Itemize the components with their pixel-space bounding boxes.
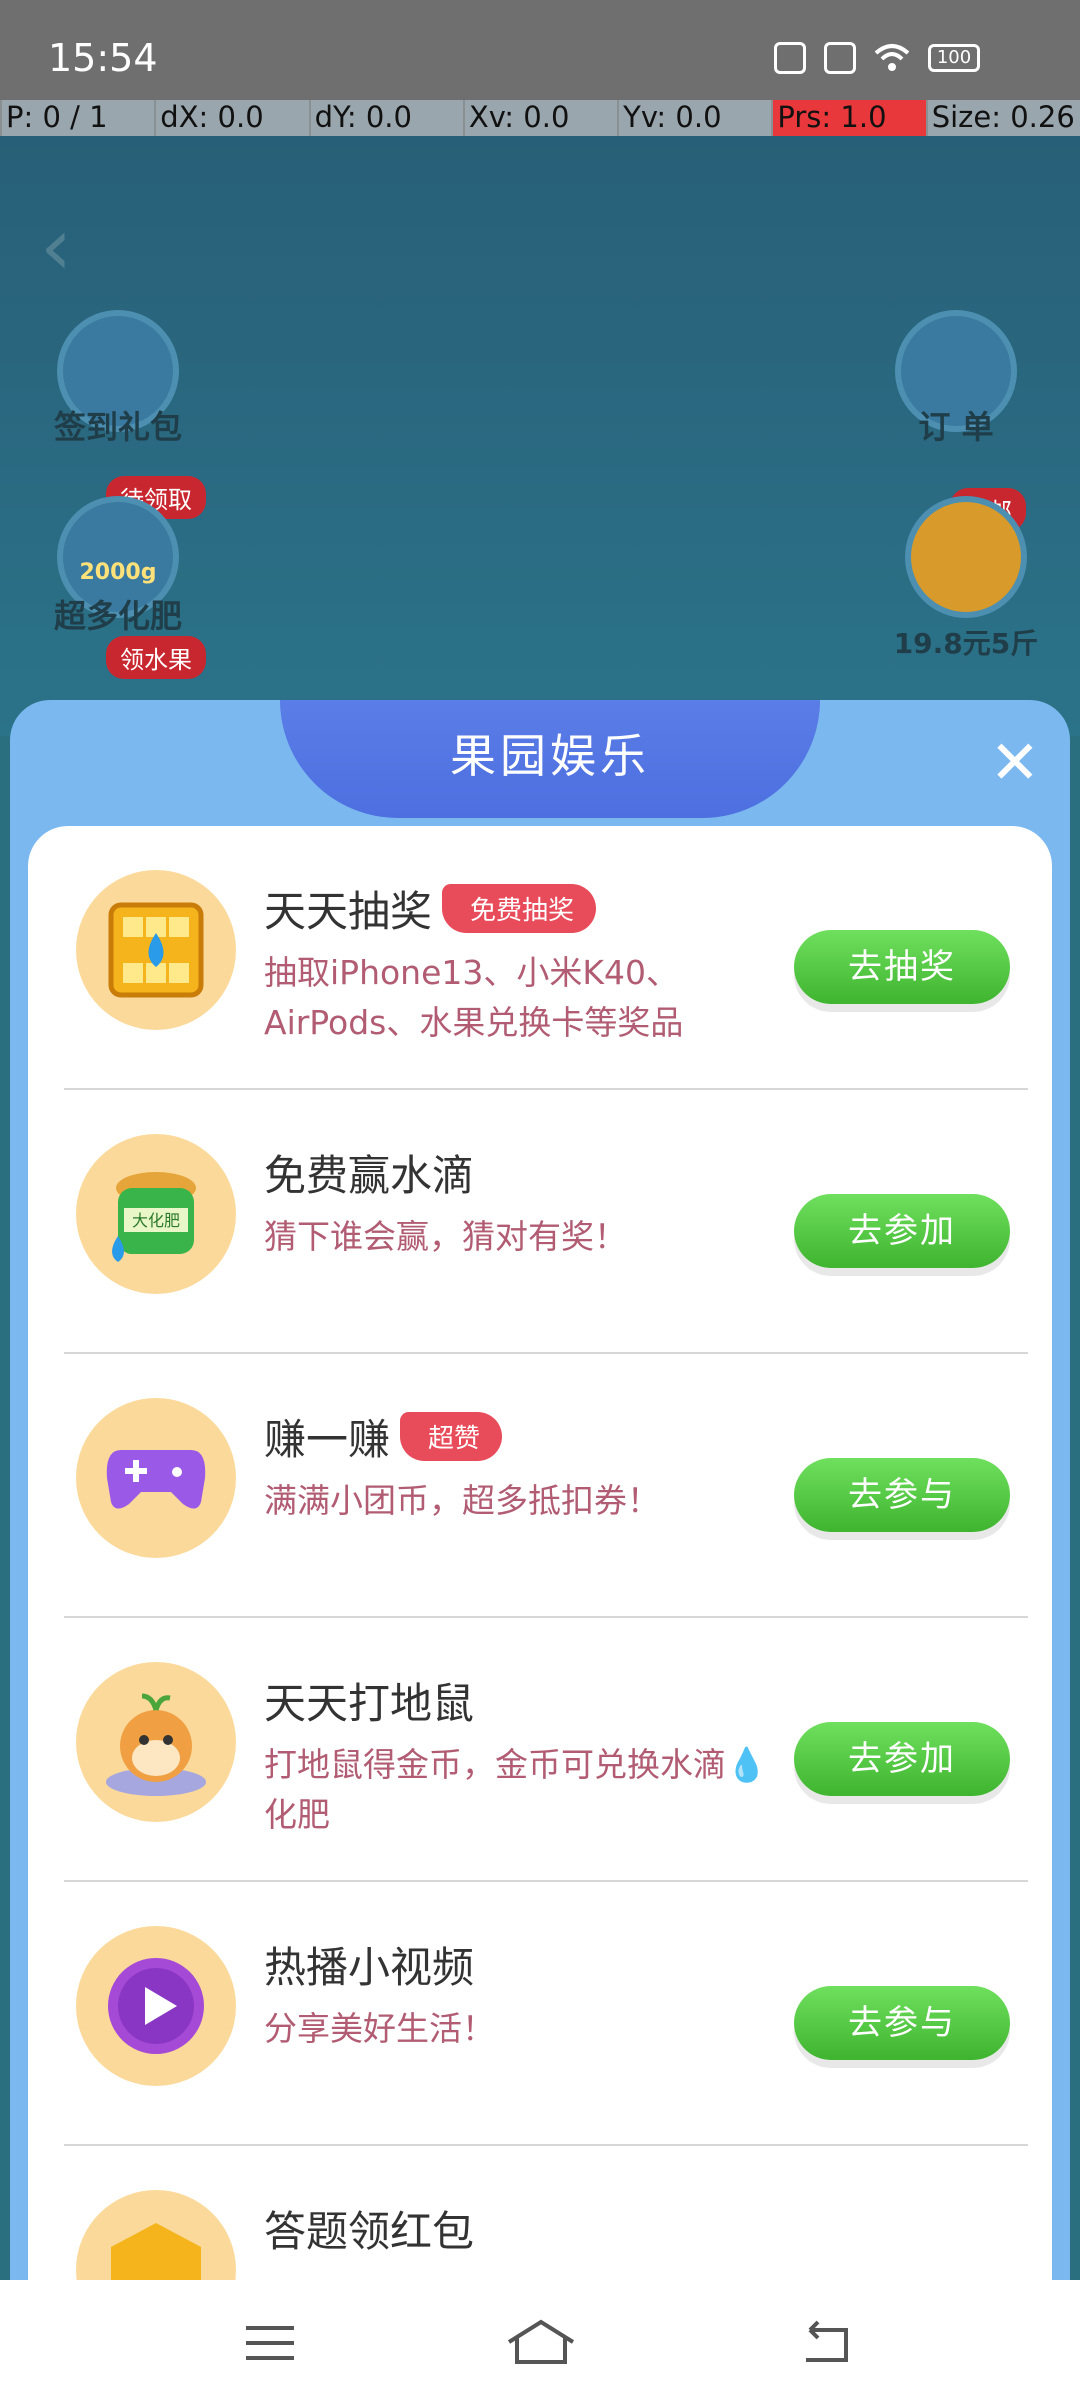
item-desc: 打地鼠得金币，金币可兑换水滴💧化肥 [264, 1745, 768, 1834]
item-title: 赚一赚 [264, 1415, 391, 1464]
debug-pressure: Prs: 1.0 [771, 100, 926, 136]
item-badge: 免费抽奖 [442, 884, 597, 933]
orders-button[interactable]: 订 单 [886, 310, 1026, 448]
lottery-button[interactable]: 去抽奖 [794, 930, 1010, 1004]
debug-overlay: P: 0 / 1 dX: 0.0 dY: 0.0 Xv: 0.0 Yv: 0.0… [0, 100, 1080, 136]
video-button[interactable]: 去参与 [794, 1986, 1010, 2060]
debug-pointer: P: 0 / 1 [0, 100, 154, 136]
wifi-icon [874, 44, 910, 71]
fertilizer-button[interactable]: 2000g 超多化肥 [48, 496, 188, 637]
hamster-icon [76, 1662, 236, 1822]
item-title: 免费赢水滴 [264, 1151, 475, 1200]
item-desc: 猜下谁会赢，猜对有奖！ [264, 1217, 627, 1256]
earn-button[interactable]: 去参与 [794, 1458, 1010, 1532]
battery-icon: 100 [928, 44, 980, 72]
sign-in-gift-button[interactable]: 签到礼包 [48, 310, 188, 448]
item-desc: 抽取iPhone13、小米K40、AirPods、水果兑换卡等奖品 [264, 953, 684, 1042]
navigation-bar [0, 2280, 1080, 2408]
mute-icon [774, 42, 806, 74]
fertilizer-bag-icon: 大化肥 [76, 1134, 236, 1294]
svg-text:大化肥: 大化肥 [132, 1211, 180, 1230]
debug-yv: Yv: 0.0 [617, 100, 771, 136]
list-item: 天天打地鼠 打地鼠得金币，金币可兑换水滴💧化肥 去参加 [64, 1618, 1028, 1882]
back-nav-icon[interactable] [796, 2316, 856, 2370]
debug-xv: Xv: 0.0 [462, 100, 617, 136]
item-title: 天天抽奖 [264, 887, 433, 936]
status-bar: 15:54 100 [0, 0, 1080, 100]
debug-dy: dY: 0.0 [308, 100, 463, 136]
item-title: 天天打地鼠 [264, 1679, 475, 1728]
item-title: 答题领红包 [264, 2207, 475, 2256]
fruit-tag: 领水果 [106, 636, 206, 679]
list-item: 答题领红包 [64, 2146, 1028, 2296]
whack-mole-button[interactable]: 去参加 [794, 1722, 1010, 1796]
gamepad-icon [76, 1398, 236, 1558]
list-item: 赚一赚 超赞 满满小团币，超多抵扣券！ 去参与 [64, 1354, 1028, 1618]
promo-fruit-button[interactable]: 19.8元5斤 [876, 496, 1056, 662]
activity-list: 天天抽奖 免费抽奖 抽取iPhone13、小米K40、AirPods、水果兑换卡… [28, 826, 1052, 2296]
play-icon [76, 1926, 236, 2086]
item-badge: 超赞 [400, 1412, 503, 1461]
modal-title: 果园娱乐 [280, 700, 820, 818]
list-item: 大化肥 免费赢水滴 猜下谁会赢，猜对有奖！ 去参加 [64, 1090, 1028, 1354]
item-desc: 满满小团币，超多抵扣券！ [264, 1481, 660, 1520]
status-time: 15:54 [48, 36, 158, 80]
item-desc: 分享美好生活！ [264, 2009, 495, 2048]
list-item: 天天抽奖 免费抽奖 抽取iPhone13、小米K40、AirPods、水果兑换卡… [64, 826, 1028, 1090]
lottery-icon [76, 870, 236, 1030]
no-sim-icon [824, 42, 856, 74]
close-icon[interactable]: ✕ [990, 728, 1040, 798]
home-icon[interactable] [505, 2316, 577, 2370]
debug-dx: dX: 0.0 [154, 100, 308, 136]
mango-icon [905, 496, 1027, 618]
join-button[interactable]: 去参加 [794, 1194, 1010, 1268]
back-icon[interactable]: ‹ [40, 200, 72, 293]
debug-size: Size: 0.26 [925, 100, 1080, 136]
status-icons: 100 [774, 42, 980, 74]
list-item: 热播小视频 分享美好生活！ 去参与 [64, 1882, 1028, 2146]
item-title: 热播小视频 [264, 1943, 475, 1992]
menu-icon[interactable] [240, 2316, 300, 2370]
entertainment-modal: 果园娱乐 ✕ 天天抽奖 免费抽奖 抽取iPhone13、小米K40、AirPod… [10, 700, 1070, 2296]
